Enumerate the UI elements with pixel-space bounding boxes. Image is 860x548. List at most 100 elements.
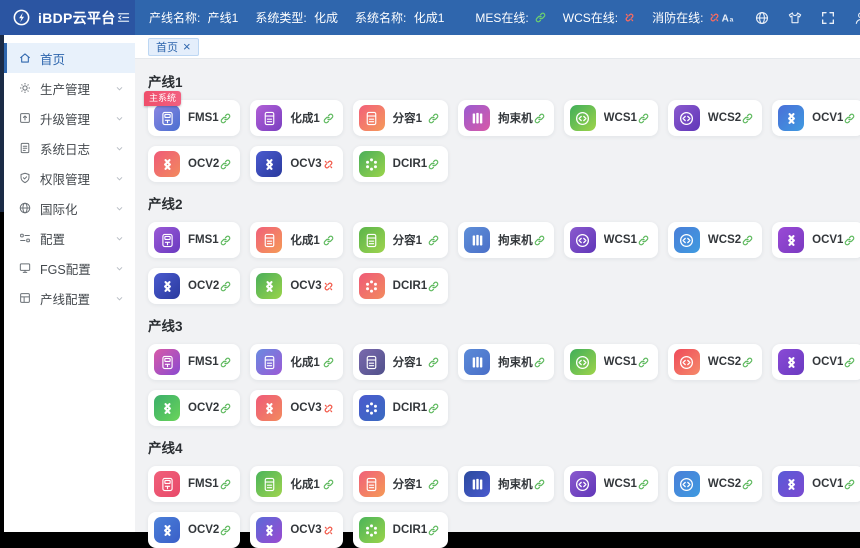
- card-label: OCV2: [188, 280, 219, 292]
- sidebar-menu: 首页 生产管理 升级管理 系统日志 权限管理 国际化 配置 FGS配置 产线配置: [4, 35, 135, 532]
- sidebar-item-fgs-config[interactable]: FGS配置: [4, 253, 135, 283]
- link-icon: [427, 280, 440, 293]
- card-label: WCS2: [708, 112, 741, 124]
- system-card[interactable]: 分容1: [353, 344, 449, 380]
- card-label: 分容1: [393, 354, 428, 370]
- system-card[interactable]: OCV2: [148, 390, 240, 426]
- chevron-down-icon: [114, 83, 125, 94]
- system-card[interactable]: WCS1: [564, 344, 658, 380]
- link-icon: [533, 478, 546, 491]
- close-icon[interactable]: ×: [183, 40, 191, 53]
- link-icon: [741, 356, 754, 369]
- system-card[interactable]: WCS1: [564, 222, 658, 258]
- books-icon: [464, 471, 490, 497]
- system-card[interactable]: 拘束机: [458, 100, 554, 136]
- system-card[interactable]: 分容1: [353, 466, 449, 502]
- sidebar-item-system-logs[interactable]: 系统日志: [4, 133, 135, 163]
- system-card[interactable]: WCS2: [668, 466, 762, 502]
- card-label: FMS1: [188, 478, 219, 490]
- link-icon: [741, 112, 754, 125]
- system-card[interactable]: 化成1: [250, 100, 342, 136]
- system-card[interactable]: WCS1: [564, 466, 658, 502]
- system-card[interactable]: DCIR1: [353, 512, 449, 548]
- wcs-icon: [570, 471, 596, 497]
- card-label: OCV3: [290, 524, 321, 536]
- card-label: OCV3: [290, 280, 321, 292]
- card-label: FMS1: [188, 356, 219, 368]
- ocv-icon: [154, 395, 180, 421]
- card-label: DCIR1: [393, 158, 428, 170]
- production-line-section: 产线4 FMS1 化成1 分容1 拘束机 WCS1 WCS2 OCV1 OCV2…: [148, 437, 847, 548]
- card-label: WCS1: [604, 478, 637, 490]
- system-card[interactable]: OCV3: [250, 268, 342, 304]
- system-card[interactable]: 分容1: [353, 222, 449, 258]
- line-config-icon: [18, 291, 32, 305]
- config-icon: [18, 231, 32, 245]
- system-card[interactable]: OCV1: [772, 222, 860, 258]
- link-icon: [741, 478, 754, 491]
- system-card[interactable]: FMS1 主系统: [148, 100, 240, 136]
- tab-bar: 首页 ×: [135, 35, 860, 59]
- system-card[interactable]: WCS2: [668, 222, 762, 258]
- svg-text:a: a: [730, 16, 734, 23]
- sidebar-item-config[interactable]: 配置: [4, 223, 135, 253]
- sidebar-item-line-config[interactable]: 产线配置: [4, 283, 135, 313]
- system-card[interactable]: 化成1: [250, 222, 342, 258]
- user-icon[interactable]: [853, 10, 860, 26]
- sidebar-item-label: 权限管理: [40, 169, 90, 188]
- sidebar-item-label: 首页: [40, 49, 65, 68]
- card-label: 分容1: [393, 232, 428, 248]
- link-icon: [322, 478, 335, 491]
- sidebar-item-home[interactable]: 首页: [4, 43, 135, 73]
- fullscreen-icon[interactable]: [820, 10, 836, 26]
- system-card[interactable]: FMS1: [148, 466, 240, 502]
- system-card[interactable]: OCV1: [772, 100, 860, 136]
- system-card[interactable]: FMS1: [148, 344, 240, 380]
- sidebar-item-permissions[interactable]: 权限管理: [4, 163, 135, 193]
- system-card[interactable]: 拘束机: [458, 222, 554, 258]
- sidebar-item-production[interactable]: 生产管理: [4, 73, 135, 103]
- status-label: MES在线:: [475, 9, 528, 26]
- system-card[interactable]: 拘束机: [458, 466, 554, 502]
- card-label: DCIR1: [393, 524, 428, 536]
- card-label: FMS1: [188, 234, 219, 246]
- collapse-sidebar-icon[interactable]: [116, 10, 131, 25]
- system-card[interactable]: OCV2: [148, 146, 240, 182]
- system-card[interactable]: DCIR1: [353, 268, 449, 304]
- link-icon: [533, 356, 546, 369]
- system-card[interactable]: OCV2: [148, 268, 240, 304]
- sidebar-item-i18n[interactable]: 国际化: [4, 193, 135, 223]
- system-card[interactable]: FMS1: [148, 222, 240, 258]
- system-card[interactable]: WCS1: [564, 100, 658, 136]
- link-icon: [534, 11, 547, 24]
- info-label: 产线名称:: [149, 11, 204, 25]
- system-card[interactable]: OCV3: [250, 390, 342, 426]
- chevron-down-icon: [114, 293, 125, 304]
- system-card[interactable]: OCV3: [250, 512, 342, 548]
- card-label: WCS1: [604, 356, 637, 368]
- link-icon: [427, 112, 440, 125]
- broken-link-icon: [708, 11, 721, 24]
- system-card[interactable]: 化成1: [250, 344, 342, 380]
- sidebar-item-upgrade[interactable]: 升级管理: [4, 103, 135, 133]
- system-card[interactable]: 化成1: [250, 466, 342, 502]
- system-card[interactable]: OCV3: [250, 146, 342, 182]
- system-card[interactable]: WCS2: [668, 344, 762, 380]
- system-card[interactable]: OCV2: [148, 512, 240, 548]
- wcs-icon: [674, 227, 700, 253]
- link-icon: [219, 356, 232, 369]
- font-size-icon[interactable]: Aa: [721, 10, 737, 26]
- system-card[interactable]: WCS2: [668, 100, 762, 136]
- globe-icon[interactable]: [754, 10, 770, 26]
- theme-icon[interactable]: [787, 10, 803, 26]
- system-card[interactable]: 拘束机: [458, 344, 554, 380]
- ocv-icon: [778, 471, 804, 497]
- system-card[interactable]: DCIR1: [353, 390, 449, 426]
- system-card[interactable]: 分容1: [353, 100, 449, 136]
- system-card[interactable]: OCV1: [772, 344, 860, 380]
- link-icon: [741, 234, 754, 247]
- tab-home[interactable]: 首页 ×: [148, 38, 199, 56]
- system-card[interactable]: OCV1: [772, 466, 860, 502]
- main-content: 首页 × 产线1 FMS1 主系统 化成1 分容1 拘束机 WCS1 WCS2 …: [135, 35, 860, 532]
- system-card[interactable]: DCIR1: [353, 146, 449, 182]
